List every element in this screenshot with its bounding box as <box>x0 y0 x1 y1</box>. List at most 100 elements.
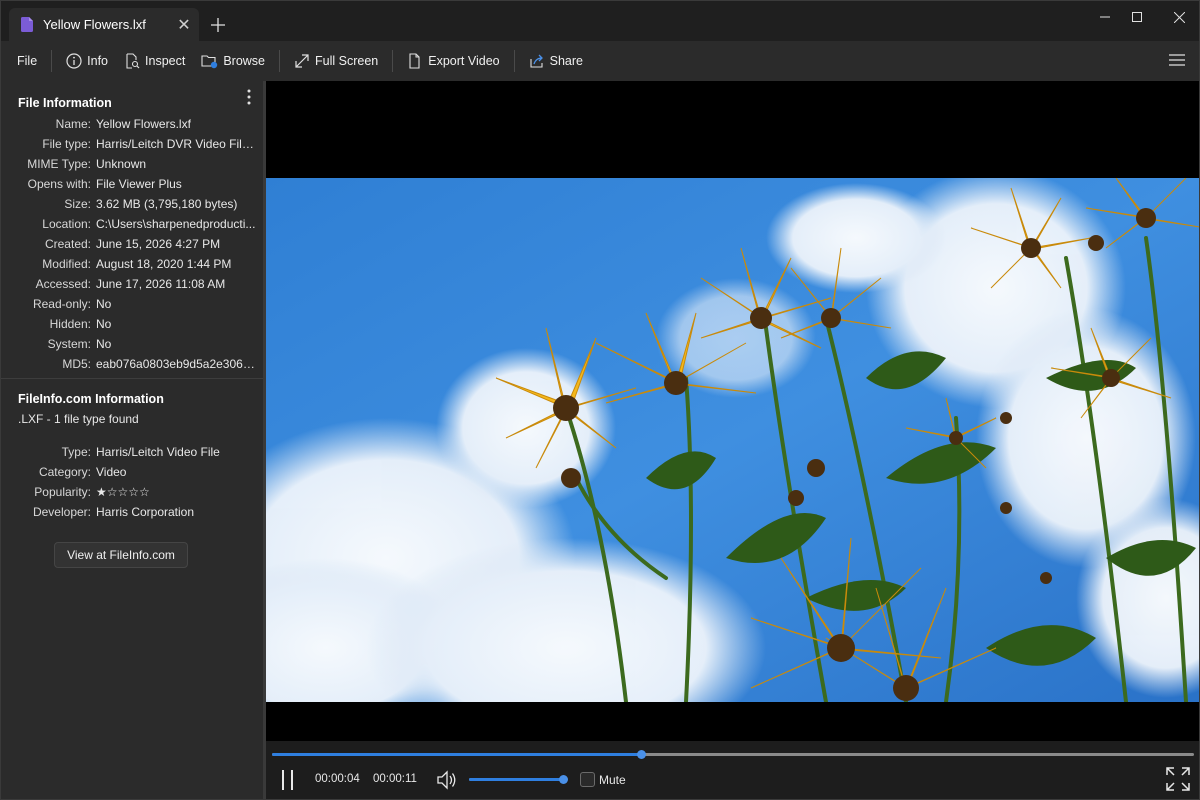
info-key: File type: <box>42 137 91 151</box>
file-icon <box>21 17 33 32</box>
toolbar: File Info Inspect Browse Full Screen Exp… <box>1 41 1199 81</box>
fullscreen-button[interactable]: Full Screen <box>286 47 386 75</box>
toolbar-divider <box>392 50 394 72</box>
export-label: Export Video <box>428 54 500 68</box>
browse-button[interactable]: Browse <box>193 47 273 75</box>
inspect-icon <box>126 53 140 69</box>
view-at-fileinfo-button[interactable]: View at FileInfo.com <box>54 542 188 568</box>
info-value: No <box>96 337 112 351</box>
info-key: Category: <box>38 465 91 479</box>
mute-checkbox[interactable] <box>580 772 595 787</box>
volume-button[interactable] <box>436 769 458 791</box>
info-value: Unknown <box>96 157 147 171</box>
info-key: Opens with: <box>27 177 91 191</box>
folder-icon <box>201 55 218 69</box>
section-divider <box>1 378 263 379</box>
hamburger-menu-button[interactable] <box>1169 53 1185 70</box>
info-value: Video <box>96 465 127 479</box>
info-row: Hidden: No <box>1 314 263 334</box>
info-key: System: <box>47 337 91 351</box>
share-label: Share <box>549 54 583 68</box>
info-value: Harris/Leitch DVR Video File (... <box>96 137 257 151</box>
close-icon <box>1173 11 1185 23</box>
fullscreen-icon <box>1166 767 1190 791</box>
maximize-button[interactable] <box>1117 1 1157 33</box>
info-key: Location: <box>42 217 91 231</box>
info-row: Type: Harris/Leitch Video File <box>1 442 263 462</box>
seek-bar[interactable] <box>272 750 1194 759</box>
info-key: Name: <box>55 117 91 131</box>
info-icon <box>66 53 82 69</box>
title-bar: Yellow Flowers.lxf ✕ <box>1 1 1199 41</box>
info-value: ★☆☆☆☆ <box>96 485 150 499</box>
info-value: Harris/Leitch Video File <box>96 445 220 459</box>
info-row: Created: June 15, 2026 4:27 PM <box>1 234 263 254</box>
export-icon <box>409 53 420 69</box>
tab-yellow-flowers[interactable]: Yellow Flowers.lxf ✕ <box>9 8 199 41</box>
close-window-button[interactable] <box>1159 1 1199 33</box>
new-tab-button[interactable] <box>204 11 232 39</box>
info-value: No <box>96 297 112 311</box>
file-menu-label: File <box>17 54 38 68</box>
mute-label: Mute <box>599 773 626 787</box>
info-row: Modified: August 18, 2020 1:44 PM <box>1 254 263 274</box>
info-button[interactable]: Info <box>58 47 116 75</box>
toolbar-divider <box>513 50 515 72</box>
player-fullscreen-button[interactable] <box>1165 766 1191 792</box>
info-row: Accessed: June 17, 2026 11:08 AM <box>1 274 263 294</box>
info-row: System: No <box>1 334 263 354</box>
info-row: MIME Type: Unknown <box>1 154 263 174</box>
tab-title: Yellow Flowers.lxf <box>43 17 146 32</box>
info-key: Created: <box>44 237 91 251</box>
inspect-button[interactable]: Inspect <box>116 47 193 75</box>
seek-bar-thumb[interactable] <box>636 750 646 759</box>
info-value: August 18, 2020 1:44 PM <box>96 257 232 271</box>
file-types-found: .LXF - 1 file type found <box>18 412 139 426</box>
info-row: MD5: eab076a0803eb9d5a2e3065f4... <box>1 354 263 374</box>
info-value: 3.62 MB (3,795,180 bytes) <box>96 197 238 211</box>
pause-button[interactable] <box>280 769 296 791</box>
seek-bar-progress <box>272 753 641 756</box>
fileinfo-com-heading: FileInfo.com Information <box>18 392 164 406</box>
volume-icon <box>437 770 456 790</box>
info-key: Modified: <box>42 257 91 271</box>
share-button[interactable]: Share <box>521 47 591 75</box>
toolbar-divider <box>279 50 281 72</box>
info-row: Category: Video <box>1 462 263 482</box>
info-row: Popularity: ★☆☆☆☆ <box>1 482 263 502</box>
more-options-icon[interactable] <box>247 89 251 105</box>
video-still-yellow-flowers <box>266 178 1199 702</box>
info-row: Name: Yellow Flowers.lxf <box>1 114 263 134</box>
share-icon <box>530 54 543 68</box>
fullscreen-label: Full Screen <box>315 54 379 68</box>
info-value: Yellow Flowers.lxf <box>96 117 191 131</box>
volume-thumb[interactable] <box>559 775 568 784</box>
info-value: June 15, 2026 4:27 PM <box>96 237 221 251</box>
export-video-button[interactable]: Export Video <box>399 47 507 75</box>
total-time: 00:00:11 <box>373 773 417 785</box>
info-key: Developer: <box>32 505 91 519</box>
info-value: No <box>96 317 112 331</box>
hamburger-icon <box>1169 54 1185 66</box>
app-window: Yellow Flowers.lxf ✕ File Info Inspect B… <box>0 0 1200 800</box>
plus-icon <box>211 18 225 32</box>
tab-close-icon[interactable]: ✕ <box>169 10 199 40</box>
minimize-icon <box>1100 16 1110 18</box>
file-menu-button[interactable]: File <box>9 47 45 75</box>
expand-icon <box>295 54 309 68</box>
info-value: Harris Corporation <box>96 505 195 519</box>
file-information-heading: File Information <box>18 96 112 110</box>
info-key: Hidden: <box>49 317 91 331</box>
video-viewport[interactable] <box>266 81 1199 741</box>
info-key: Accessed: <box>35 277 91 291</box>
video-frame <box>266 178 1199 702</box>
info-row: Location: C:\Users\sharpenedproducti... <box>1 214 263 234</box>
pause-icon <box>282 770 293 790</box>
browse-label: Browse <box>223 54 266 68</box>
maximize-icon <box>1132 12 1142 22</box>
info-row: File type: Harris/Leitch DVR Video File (… <box>1 134 263 154</box>
info-key: Popularity: <box>34 485 91 499</box>
volume-slider[interactable] <box>469 775 568 784</box>
player-controls: 00:00:04 00:00:11 Mute <box>266 741 1199 799</box>
toolbar-divider <box>51 50 53 72</box>
